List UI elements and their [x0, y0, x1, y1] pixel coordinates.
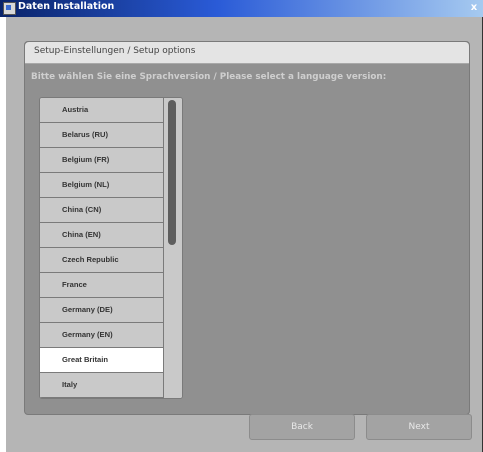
scrollbar-thumb[interactable]	[168, 100, 176, 245]
setup-options-panel: Setup-Einstellungen / Setup options Bitt…	[24, 41, 470, 415]
installer-icon	[3, 2, 16, 15]
language-item[interactable]: Austria	[40, 98, 163, 123]
window-title: Daten Installation	[18, 1, 115, 12]
language-item[interactable]: Belarus (RU)	[40, 123, 163, 148]
language-instruction: Bitte wählen Sie eine Sprachversion / Pl…	[31, 72, 387, 82]
language-item[interactable]: Germany (DE)	[40, 298, 163, 323]
language-list-items: Austria Belarus (RU) Belgium (FR) Belgium (…	[40, 98, 163, 398]
language-item[interactable]: China (EN)	[40, 223, 163, 248]
language-item[interactable]: Czech Republic	[40, 248, 163, 273]
close-icon[interactable]: x	[467, 1, 481, 15]
language-item[interactable]: Belgium (NL)	[40, 173, 163, 198]
language-item[interactable]: Germany (EN)	[40, 323, 163, 348]
language-list[interactable]: Austria Belarus (RU) Belgium (FR) Belgium (…	[39, 97, 183, 399]
next-button[interactable]: Next	[366, 414, 472, 440]
language-item[interactable]: China (CN)	[40, 198, 163, 223]
panel-title: Setup-Einstellungen / Setup options	[34, 46, 196, 56]
language-item[interactable]: France	[40, 273, 163, 298]
language-item[interactable]: Italy	[40, 373, 163, 398]
scrollbar[interactable]	[164, 98, 182, 398]
panel-header: Setup-Einstellungen / Setup options	[25, 42, 469, 64]
back-button[interactable]: Back	[249, 414, 355, 440]
language-item[interactable]: Belgium (FR)	[40, 148, 163, 173]
language-item[interactable]: Great Britain	[40, 348, 163, 373]
title-bar: Daten Installation x	[0, 0, 483, 17]
